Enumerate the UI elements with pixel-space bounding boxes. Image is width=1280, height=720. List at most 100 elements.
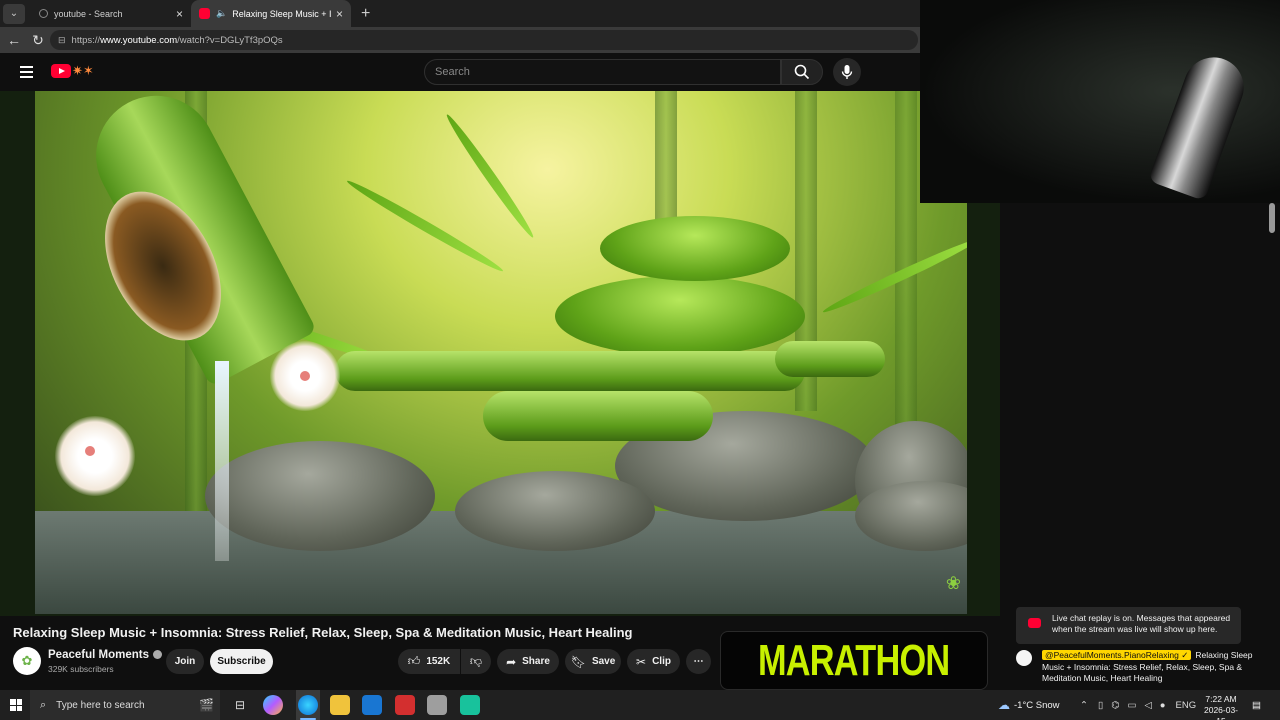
gaming-chair-image [1147, 48, 1253, 202]
bamboo-pipe-image [775, 341, 885, 377]
webcam-overlay [920, 0, 1280, 203]
microphone-icon[interactable]: ● [1160, 700, 1166, 711]
youtube-icon [1028, 618, 1041, 628]
edge-browser-icon[interactable] [298, 695, 318, 715]
chat-replay-notice: Live chat replay is on. Messages that ap… [1016, 607, 1241, 644]
stone-image [205, 441, 435, 551]
close-tab-icon[interactable]: × [176, 7, 183, 21]
taskbar-search-field[interactable]: ⌕ Type here to search 🎬 [30, 690, 220, 720]
scissors-icon: ✂ [636, 654, 647, 669]
address-bar-row: ← ↻ ⊟ https://www.youtube.com/watch?v=DG… [0, 27, 920, 53]
lotus-watermark-icon: ❀ [945, 573, 961, 593]
search-favicon-icon [39, 9, 48, 18]
join-button[interactable]: Join [166, 649, 204, 674]
bamboo-pipe-image [483, 391, 713, 441]
save-label: Save [591, 656, 616, 667]
url-field[interactable]: ⊟ https://www.youtube.com/watch?v=DGLyTf… [50, 30, 918, 50]
office-icon[interactable] [395, 695, 415, 715]
bamboo-stack-image [600, 216, 790, 281]
youtube-logo-icon[interactable] [51, 64, 71, 78]
clip-button[interactable]: ✂ Clip [627, 649, 680, 674]
search-highlight-icon: 🎬 [199, 698, 214, 712]
channel-name[interactable]: Peaceful Moments [48, 649, 149, 661]
tab-title: youtube - Search [54, 8, 123, 19]
browser-tab-search[interactable]: youtube - Search × [31, 0, 191, 27]
bamboo-leaf-image [442, 111, 538, 241]
clock-time: 7:22 AM [1205, 694, 1237, 704]
task-view-icon[interactable]: ⊟ [230, 695, 250, 715]
more-actions-button[interactable]: ⋯ [686, 649, 711, 674]
back-arrow-icon[interactable]: ← [2, 32, 26, 48]
file-explorer-icon[interactable] [330, 695, 350, 715]
url-path: /watch?v=DGLyTf3pOQs [177, 34, 283, 46]
copilot-icon[interactable] [263, 695, 283, 715]
bamboo-stack-image [555, 276, 805, 356]
show-hidden-icons-icon[interactable]: ⌃ [1080, 700, 1088, 711]
dislike-button[interactable]: 👎︎ [461, 649, 491, 674]
video-title: Relaxing Sleep Music + Insomnia: Stress … [13, 625, 633, 640]
close-tab-icon[interactable]: × [336, 7, 343, 21]
ad-banner[interactable]: MARATHON [720, 631, 988, 690]
search-icon: ⌕ [40, 698, 47, 711]
speaker-icon[interactable]: 🔈 [216, 8, 227, 19]
search-button[interactable] [781, 59, 823, 85]
orchid-flower-image [55, 416, 135, 496]
browser-tab-video[interactable]: 🔈 Relaxing Sleep Music + Insomnia × [191, 0, 351, 27]
weather-widget[interactable]: ☁ -1°C Snow [998, 690, 1060, 720]
save-button[interactable]: 🔖︎ Save [565, 649, 621, 674]
tray-icons: ⌃ ▯ ⌬ ▭ ◁ ● ENG [1080, 690, 1196, 720]
app-icon[interactable] [427, 695, 447, 715]
tab-title: Relaxing Sleep Music + Insomnia [232, 8, 332, 19]
doodle-icon[interactable]: ✷✶ [72, 63, 94, 79]
video-frame[interactable]: ❀ [35, 91, 967, 614]
bookmark-icon: 🔖︎ [570, 654, 586, 669]
battery-icon[interactable]: ▯ [1098, 700, 1103, 711]
chat-scrollbar-thumb[interactable] [1269, 203, 1275, 233]
reload-icon[interactable]: ↻ [26, 32, 50, 49]
search-input[interactable]: Search [424, 59, 781, 85]
menu-icon[interactable] [20, 66, 33, 78]
weather-snow-icon: ☁ [998, 698, 1010, 712]
search-icon [794, 64, 810, 80]
chat-message: @PeacefulMoments.PianoRelaxing ✓ Relaxing… [1016, 650, 1256, 685]
thumbs-down-icon: 👎︎ [469, 654, 483, 668]
more-dots-icon: ⋯ [693, 656, 704, 667]
share-button[interactable]: ➦ Share [497, 649, 559, 674]
youtube-favicon-icon [199, 8, 210, 19]
chat-author-badge[interactable]: @PeacefulMoments.PianoRelaxing ✓ [1042, 650, 1192, 660]
thumbs-up-icon: 👍︎ [407, 654, 421, 668]
volume-icon[interactable]: ◁ [1144, 700, 1151, 711]
network-icon[interactable]: ⌬ [1111, 700, 1119, 711]
chat-app-icon[interactable] [460, 695, 480, 715]
channel-avatar[interactable]: ✿ [13, 647, 41, 675]
url-scheme: https:// [71, 34, 101, 46]
avatar[interactable] [1016, 650, 1032, 666]
taskbar-search-placeholder: Type here to search [56, 699, 145, 711]
youtube-header: ✷✶ Search [0, 53, 920, 91]
tab-list-button[interactable]: ⌄ [3, 3, 25, 24]
display-icon[interactable]: ▭ [1128, 700, 1137, 711]
channel-name-row[interactable]: Peaceful Moments [48, 649, 162, 661]
share-arrow-icon: ➦ [506, 654, 517, 669]
like-button[interactable]: 👍︎ 152K [398, 649, 460, 674]
language-indicator[interactable]: ENG [1176, 700, 1197, 711]
bamboo-pipe-image [335, 351, 805, 391]
bamboo-leaf-image [820, 235, 967, 317]
orchid-flower-image [270, 341, 340, 411]
new-tab-button[interactable]: + [361, 5, 370, 23]
url-host: www.youtube.com [100, 34, 178, 46]
notifications-icon[interactable]: ▤ [1252, 690, 1261, 720]
weather-text: -1°C Snow [1014, 699, 1060, 711]
bamboo-leaf-image [344, 176, 506, 276]
subscribe-button[interactable]: Subscribe [210, 649, 273, 674]
site-info-icon[interactable]: ⊟ [58, 35, 66, 46]
mail-icon[interactable] [362, 695, 382, 715]
microphone-icon [841, 65, 853, 79]
clock-date: 2026-03-15 [1203, 705, 1239, 720]
clip-label: Clip [652, 656, 671, 667]
taskbar: ⌕ Type here to search 🎬 ⊟ ☁ -1°C Snow ⌃ … [0, 690, 1280, 720]
voice-search-button[interactable] [833, 58, 861, 86]
windows-start-icon[interactable] [10, 699, 22, 711]
clock[interactable]: 7:22 AM 2026-03-15 [1200, 694, 1242, 720]
video-player[interactable]: ❀ [0, 91, 1000, 616]
